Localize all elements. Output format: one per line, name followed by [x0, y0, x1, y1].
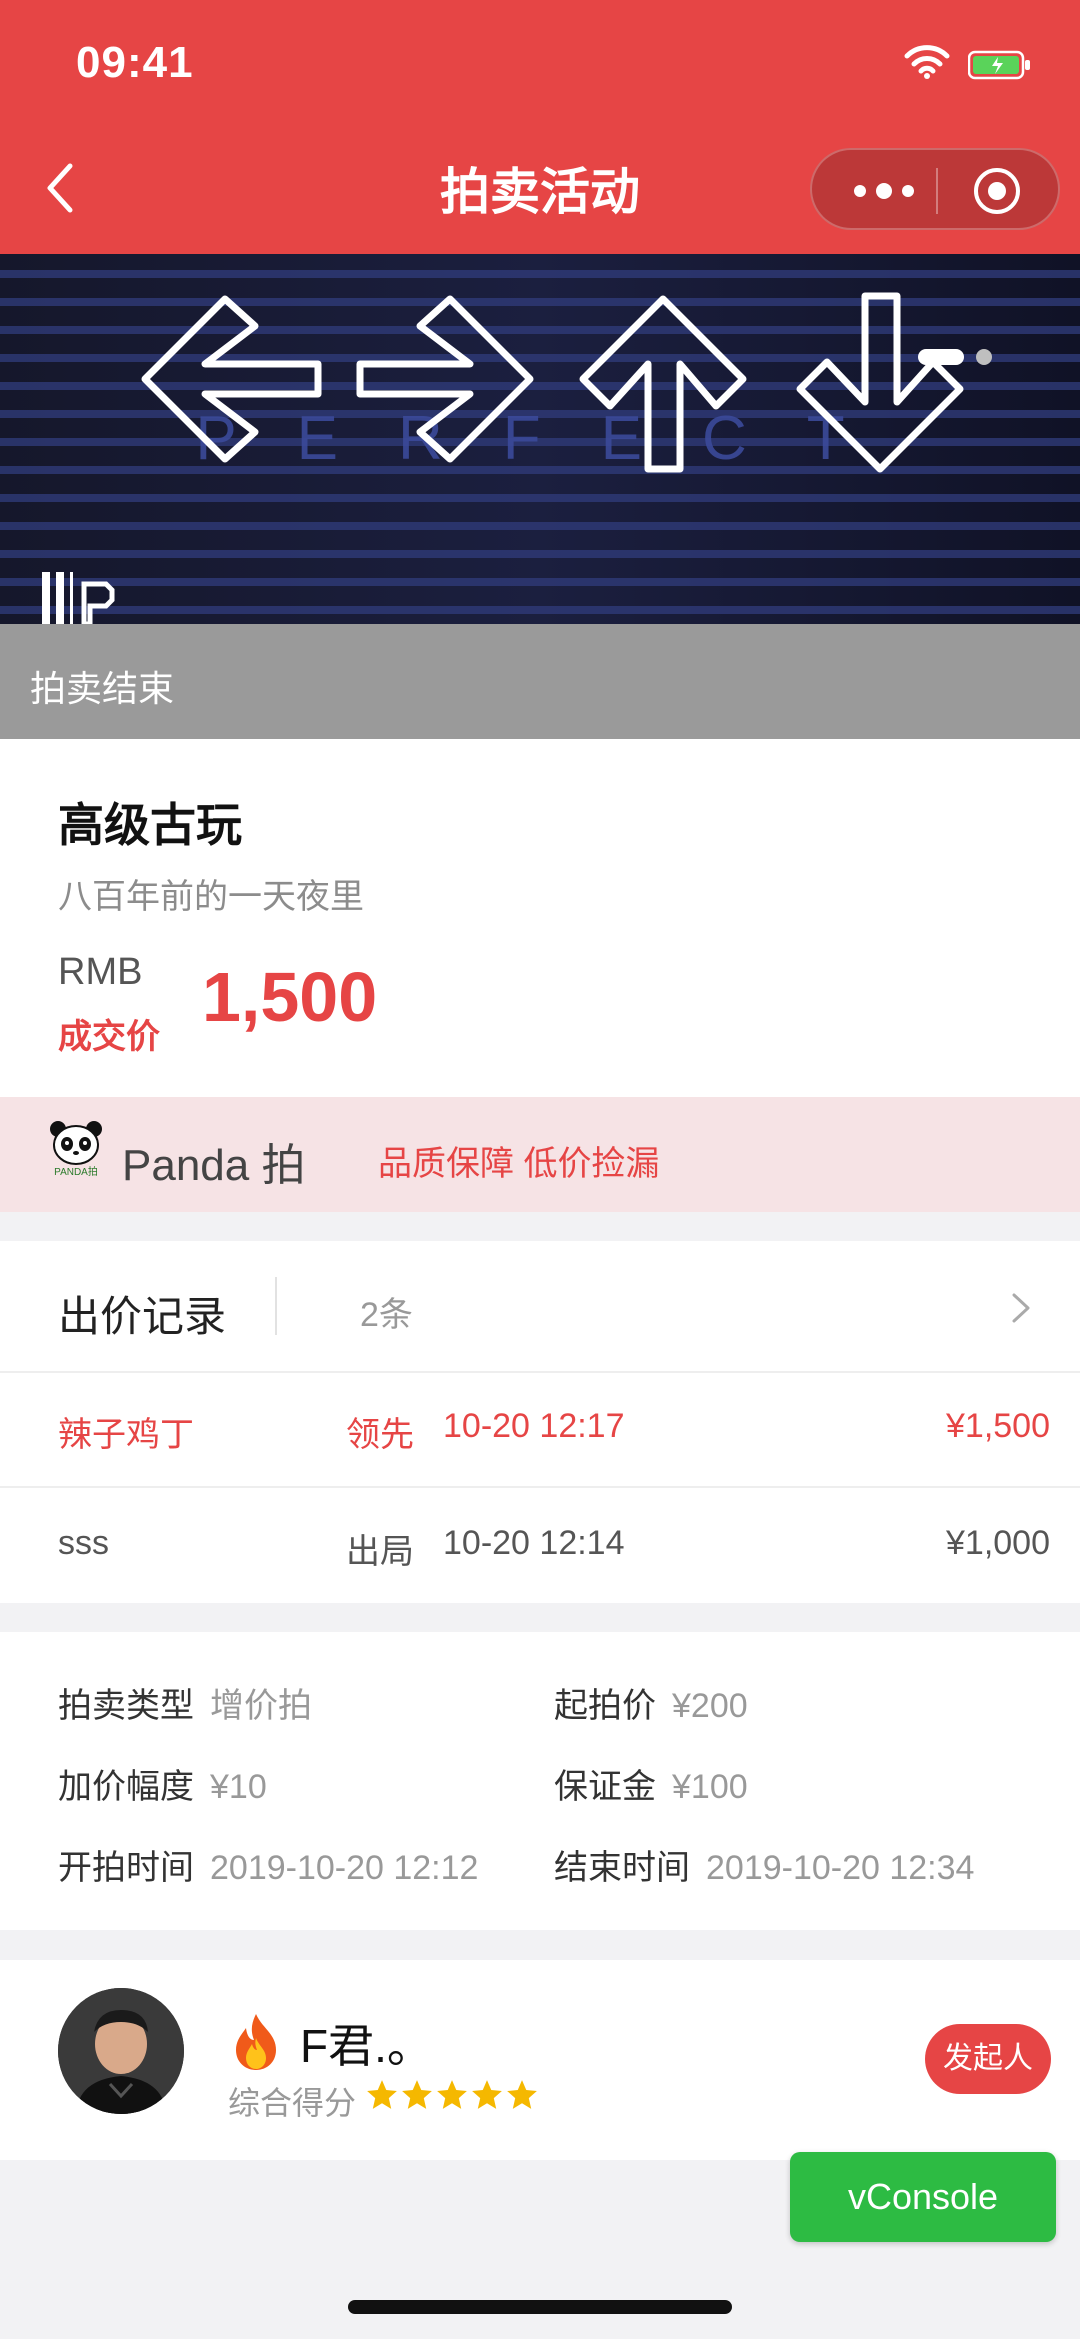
product-image-carousel[interactable]: PERFECT	[0, 254, 1080, 624]
header-divider	[275, 1277, 277, 1335]
bid-records-header[interactable]: 出价记录 2条	[0, 1241, 1080, 1373]
star-icon	[507, 2080, 537, 2109]
star-icon	[437, 2080, 467, 2109]
brand-tagline: 品质保障 低价捡漏	[378, 1145, 660, 1183]
home-indicator	[348, 2300, 732, 2314]
final-price: 1,500	[202, 958, 378, 1036]
product-info: 高级古玩 八百年前的一天夜里 RMB 成交价 1,500	[0, 739, 1080, 1097]
bidder-name: 辣子鸡丁	[58, 1416, 194, 1454]
star-icon	[472, 2080, 502, 2109]
score-label: 综合得分	[228, 2085, 357, 2121]
fire-icon	[236, 2014, 276, 2070]
more-icon[interactable]	[848, 174, 920, 208]
initiator-button[interactable]: 发起人	[925, 2024, 1051, 2094]
detail-end-time: 结束时间 2019-10-20 12:34	[554, 1849, 975, 1887]
bid-status: 出局	[346, 1533, 414, 1571]
bid-records: 出价记录 2条 辣子鸡丁 领先 10-20 12:17 ¥1,500 sss 出…	[0, 1241, 1080, 1603]
panda-logo-icon: PANDA拍	[50, 1121, 102, 1178]
bid-time: 10-20 12:14	[443, 1524, 625, 1562]
carousel-dot	[976, 349, 992, 365]
detail-increment: 加价幅度 ¥10	[58, 1768, 267, 1806]
status-time: 09:41	[76, 38, 194, 87]
battery-icon	[968, 50, 1030, 80]
product-title: 高级古玩	[58, 799, 242, 851]
detail-auction-type: 拍卖类型 增价拍	[58, 1687, 312, 1725]
svg-text:PANDA拍: PANDA拍	[54, 1165, 98, 1178]
bid-amount: ¥1,500	[946, 1407, 1050, 1445]
detail-deposit: 保证金 ¥100	[554, 1768, 748, 1806]
price-label: 成交价	[58, 1018, 160, 1056]
product-subtitle: 八百年前的一天夜里	[58, 878, 364, 916]
initiator-name: F君.。	[300, 2020, 433, 2072]
bidder-name: sss	[58, 1524, 109, 1562]
vconsole-button[interactable]: vConsole	[790, 2152, 1056, 2242]
top-bar: 09:41 拍卖活动	[0, 0, 1080, 254]
avatar[interactable]	[58, 1988, 184, 2114]
detail-start-time: 开拍时间 2019-10-20 12:12	[58, 1849, 479, 1887]
bid-time: 10-20 12:17	[443, 1407, 625, 1445]
auction-status-bar: 拍卖结束	[0, 624, 1080, 739]
bid-row: 辣子鸡丁 领先 10-20 12:17 ¥1,500	[0, 1371, 1080, 1488]
star-icon	[402, 2080, 432, 2109]
auction-status-text: 拍卖结束	[30, 668, 175, 709]
rating-stars	[365, 2078, 540, 2114]
chevron-right-icon	[1012, 1293, 1030, 1323]
bid-status: 领先	[346, 1416, 414, 1454]
bid-count: 2条	[360, 1296, 413, 1334]
banner-overlay-text: PERFECT	[195, 404, 904, 473]
close-miniprogram-icon[interactable]	[972, 166, 1022, 216]
bid-row: sss 出局 10-20 12:14 ¥1,000	[0, 1488, 1080, 1603]
price-currency: RMB	[58, 951, 143, 993]
detail-start-price: 起拍价 ¥200	[554, 1687, 748, 1725]
capsule-divider	[936, 168, 938, 214]
star-icon	[367, 2080, 397, 2109]
bid-amount: ¥1,000	[946, 1524, 1050, 1562]
mini-program-capsule	[810, 148, 1060, 230]
brand-name: Panda 拍	[122, 1141, 306, 1190]
carousel-dot-active	[918, 349, 964, 365]
initiator-card[interactable]: F君.。 综合得分 发起人	[0, 1960, 1080, 2160]
bid-records-title: 出价记录	[58, 1293, 227, 1340]
brand-banner: PANDA拍 Panda 拍 品质保障 低价捡漏	[0, 1097, 1080, 1212]
wifi-icon	[904, 45, 950, 79]
auction-details: 拍卖类型 增价拍 起拍价 ¥200 加价幅度 ¥10 保证金 ¥100 开拍时间 2019…	[0, 1632, 1080, 1930]
product-image: PERFECT	[0, 254, 1080, 624]
